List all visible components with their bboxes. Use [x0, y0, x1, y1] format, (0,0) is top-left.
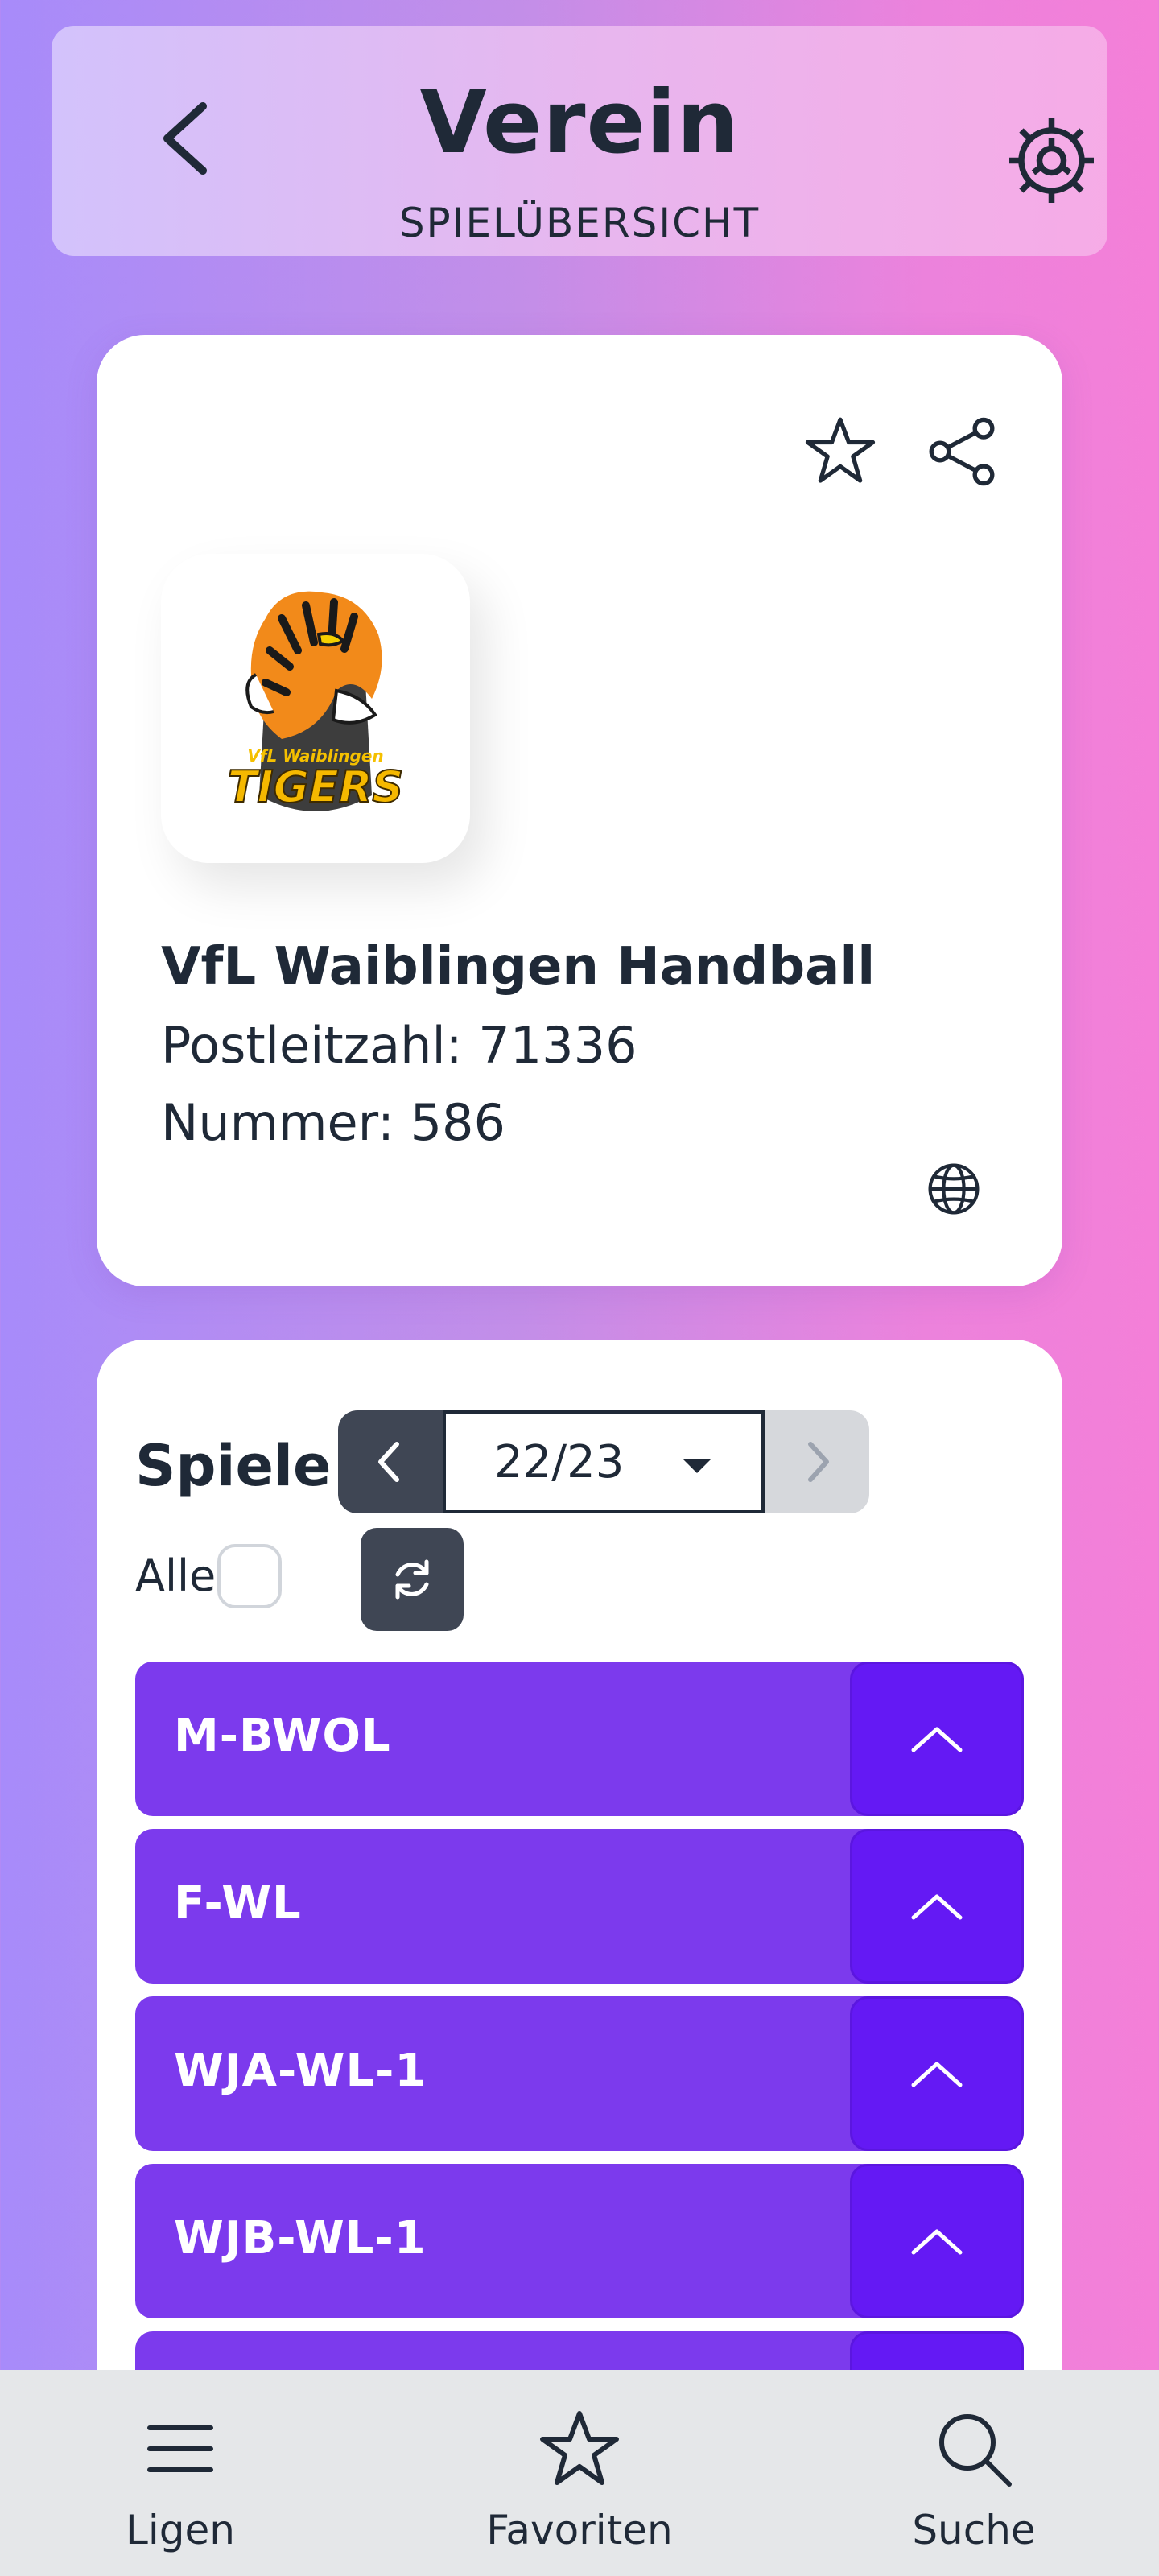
- globe-icon[interactable]: [926, 1161, 982, 1217]
- menu-icon: [147, 2425, 213, 2472]
- star-icon: [540, 2411, 619, 2485]
- club-name: VfL Waiblingen Handball: [161, 937, 876, 997]
- league-toggle[interactable]: [850, 2164, 1024, 2318]
- club-postal-code: Postleitzahl: 71336: [161, 1016, 637, 1075]
- league-label: WJA-WL-1: [174, 2045, 427, 2097]
- nav-label: Ligen: [126, 2507, 235, 2553]
- nav-item-ligen[interactable]: Ligen: [84, 2370, 277, 2576]
- league-toggle[interactable]: [850, 1829, 1024, 1984]
- nav-item-favoriten[interactable]: Favoriten: [475, 2370, 684, 2576]
- season-selector: 22/23: [338, 1410, 869, 1513]
- all-label: Alle: [135, 1550, 217, 1601]
- club-logo: VfL Waiblingen TIGERS: [161, 554, 470, 863]
- refresh-button[interactable]: [361, 1528, 464, 1631]
- star-icon[interactable]: [805, 415, 876, 486]
- refresh-icon: [395, 1559, 429, 1600]
- search-icon: [939, 2414, 1012, 2487]
- nav-label: Favoriten: [486, 2507, 673, 2553]
- app-header: Verein SPIELÜBERSICHT: [52, 26, 1107, 256]
- page-subtitle: SPIELÜBERSICHT: [398, 200, 761, 246]
- season-next-button[interactable]: [765, 1410, 869, 1513]
- chevron-up-icon: [911, 2062, 963, 2087]
- all-checkbox[interactable]: [217, 1544, 282, 1608]
- club-number: Nummer: 586: [161, 1093, 505, 1152]
- nav-item-suche[interactable]: Suche: [885, 2370, 1062, 2576]
- season-dropdown[interactable]: 22/23: [443, 1410, 765, 1513]
- league-label: WJB-WL-1: [174, 2212, 427, 2264]
- svg-text:TIGERS: TIGERS: [228, 762, 404, 812]
- games-title: Spiele: [135, 1433, 332, 1499]
- page-title: Verein: [419, 72, 740, 173]
- gear-icon[interactable]: [1001, 110, 1102, 211]
- chevron-up-icon: [911, 1894, 963, 1920]
- league-label: F-WL: [174, 1877, 302, 1930]
- chevron-up-icon: [911, 2229, 963, 2255]
- bottom-nav: Ligen Favoriten Suche: [0, 2370, 1159, 2576]
- league-row[interactable]: WJB-WL-1: [135, 2164, 1024, 2318]
- league-row[interactable]: WJA-WL-1: [135, 1996, 1024, 2151]
- league-row[interactable]: M-BWOL: [135, 1662, 1024, 1816]
- nav-label: Suche: [912, 2507, 1036, 2553]
- season-value: 22/23: [494, 1435, 625, 1488]
- club-card: VfL Waiblingen TIGERS VfL Waiblingen Han…: [97, 335, 1062, 1286]
- league-toggle[interactable]: [850, 1996, 1024, 2151]
- share-icon[interactable]: [926, 415, 998, 488]
- league-row[interactable]: F-WL: [135, 1829, 1024, 1984]
- chevron-left-icon: [378, 1442, 399, 1482]
- chevron-up-icon: [911, 1727, 963, 1752]
- chevron-right-icon: [808, 1442, 829, 1482]
- tiger-logo-image: VfL Waiblingen TIGERS: [227, 591, 404, 813]
- caret-down-icon: [683, 1459, 711, 1473]
- season-prev-button[interactable]: [338, 1410, 443, 1513]
- league-toggle[interactable]: [850, 1662, 1024, 1816]
- league-label: M-BWOL: [174, 1710, 391, 1762]
